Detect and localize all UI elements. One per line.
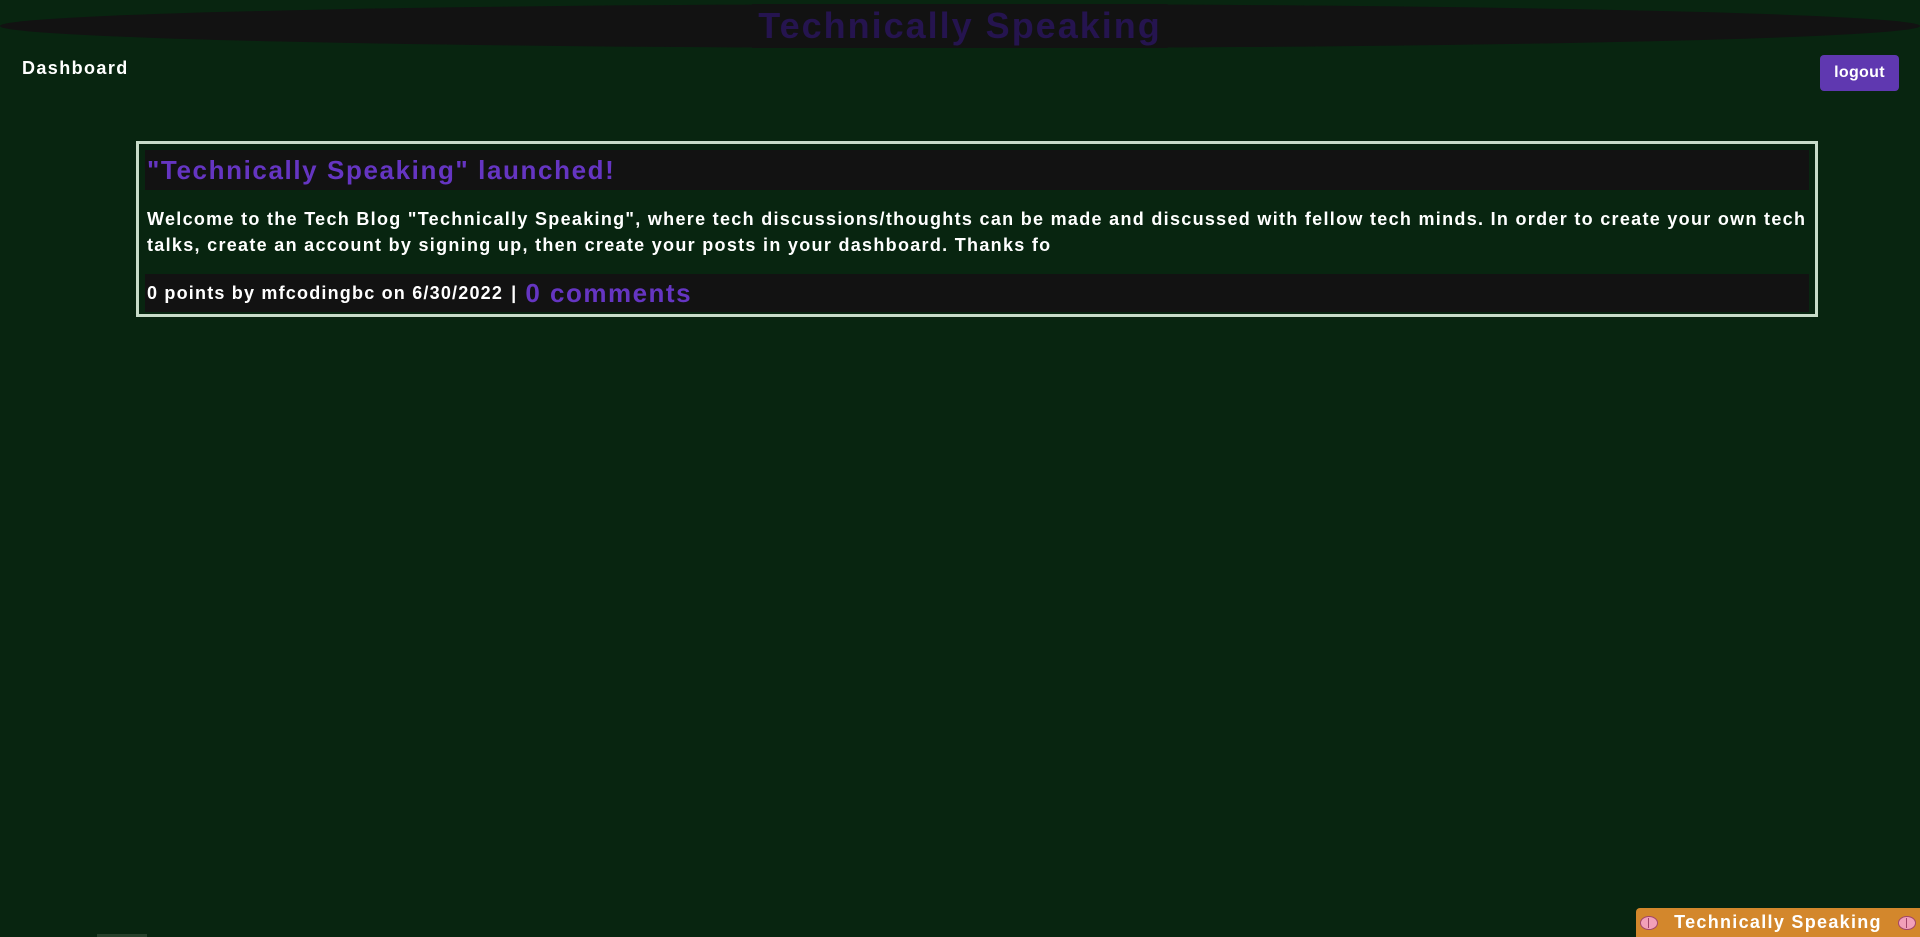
post-title-link[interactable]: "Technically Speaking" launched!	[147, 155, 615, 186]
brain-icon	[1640, 915, 1658, 931]
meta-separator: |	[511, 282, 518, 303]
dashboard-link[interactable]: Dashboard	[22, 58, 129, 79]
post-body: Welcome to the Tech Blog "Technically Sp…	[147, 209, 1807, 255]
brain-icon	[1897, 915, 1916, 931]
post-meta: 0 points by mfcodingbc on 6/30/2022	[147, 282, 504, 303]
page: Technically Speaking Dashboard logout "T…	[0, 0, 1920, 937]
site-title: Technically Speaking	[752, 4, 1168, 48]
footer-badge: Technically Speaking	[1636, 908, 1920, 937]
post-meta-bar: 0 points by mfcodingbc on 6/30/2022 | 0 …	[145, 274, 1809, 312]
comments-link[interactable]: 0 comments	[525, 278, 692, 309]
logout-button[interactable]: logout	[1820, 55, 1899, 91]
post-title-bar: "Technically Speaking" launched!	[145, 150, 1809, 190]
post-card: "Technically Speaking" launched! Welcome…	[136, 141, 1818, 317]
footer-badge-text: Technically Speaking	[1674, 912, 1882, 932]
